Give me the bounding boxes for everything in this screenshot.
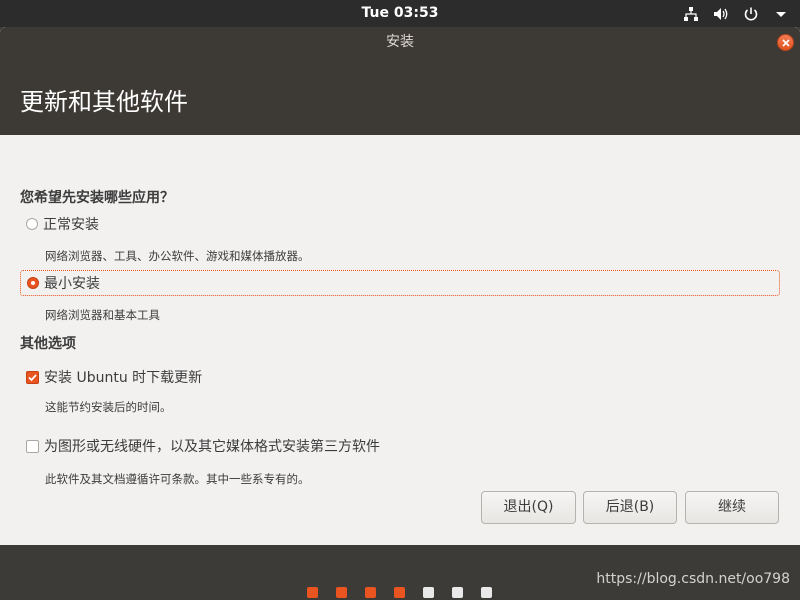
top-panel: Tue 03:53 [0,0,800,27]
download-updates-option[interactable]: 安装 Ubuntu 时下载更新 [20,364,202,390]
content-area: 您希望先安装哪些应用？ 正常安装 网络浏览器、工具、办公软件、游戏和媒体播放器。… [0,135,800,545]
other-options-heading: 其他选项 [20,336,76,352]
progress-dot [452,587,463,598]
window-title: 安装 [386,34,414,50]
progress-dot [423,587,434,598]
normal-install-option[interactable]: 正常安装 [20,211,99,237]
continue-button[interactable]: 继续 [685,491,779,524]
progress-dot [336,587,347,598]
volume-icon[interactable] [712,5,730,23]
close-button[interactable] [777,34,794,51]
progress-indicator [307,587,492,598]
download-updates-checkbox[interactable] [26,370,39,384]
back-button[interactable]: 后退(B) [583,491,677,524]
minimal-install-option[interactable]: 最小安装 [20,270,780,296]
download-updates-description: 这能节约安装后的时间。 [45,400,172,414]
normal-install-label[interactable]: 正常安装 [43,214,99,234]
normal-install-description: 网络浏览器、工具、办公软件、游戏和媒体播放器。 [45,249,310,263]
installer-window: 安装 更新和其他软件 您希望先安装哪些应用？ 正常安装 网络浏览器、工具、办公软… [0,27,800,545]
third-party-software-description: 此软件及其文档遵循许可条款。其中一些系专有的。 [45,472,310,486]
network-icon[interactable] [682,5,700,23]
header-band: 更新和其他软件 [0,58,800,135]
quit-button[interactable]: 退出(Q) [481,491,576,524]
third-party-software-checkbox[interactable] [26,439,39,453]
chevron-down-icon[interactable] [772,5,790,23]
installer-footer: https://blog.csdn.net/oo798 [0,545,800,600]
progress-dot [394,587,405,598]
system-tray[interactable] [682,0,790,27]
normal-install-radio[interactable] [26,218,38,230]
close-icon [781,38,790,47]
minimal-install-radio[interactable] [27,277,39,289]
progress-dot [307,587,318,598]
power-icon[interactable] [742,5,760,23]
minimal-install-description: 网络浏览器和基本工具 [45,308,160,322]
watermark: https://blog.csdn.net/oo798 [596,571,790,587]
page-title: 更新和其他软件 [20,88,188,116]
install-type-heading: 您希望先安装哪些应用？ [20,190,174,206]
third-party-software-option[interactable]: 为图形或无线硬件，以及其它媒体格式安装第三方软件 [20,433,380,459]
clock[interactable]: Tue 03:53 [0,0,800,27]
progress-dot [481,587,492,598]
progress-dot [365,587,376,598]
checkmark-icon [28,373,37,381]
minimal-install-label[interactable]: 最小安装 [44,273,100,293]
title-bar[interactable]: 安装 [0,27,800,58]
download-updates-label[interactable]: 安装 Ubuntu 时下载更新 [44,367,202,387]
third-party-software-label[interactable]: 为图形或无线硬件，以及其它媒体格式安装第三方软件 [44,436,380,456]
